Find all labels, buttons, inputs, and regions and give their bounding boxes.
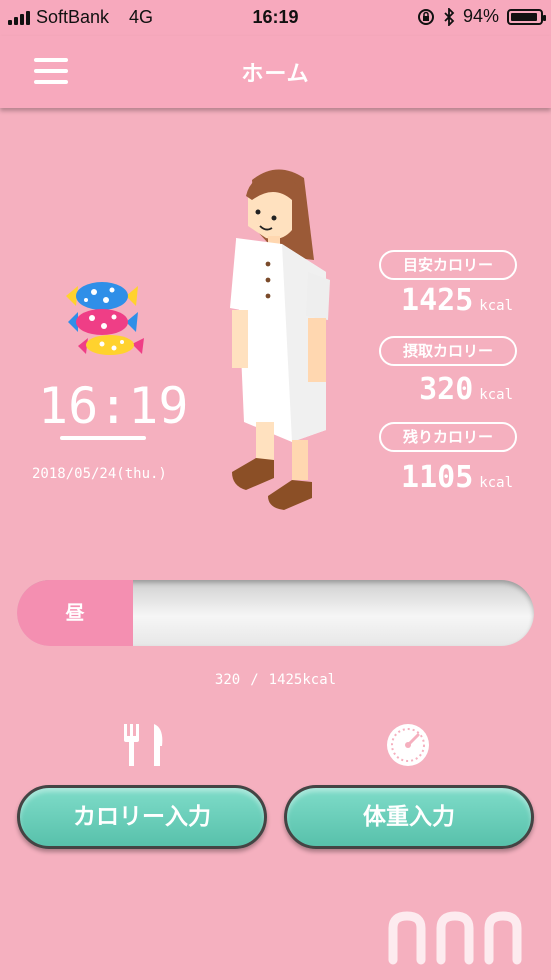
meal-period-label: 昼 <box>65 602 85 624</box>
calorie-input-button[interactable]: カロリー入力 <box>17 785 267 849</box>
intake-calorie-value: 320 kcal <box>419 372 513 407</box>
remaining-calorie-unit: kcal <box>479 475 513 491</box>
target-calorie-unit: kcal <box>479 298 513 314</box>
target-calorie-value: 1425 kcal <box>401 283 513 318</box>
orientation-lock-icon <box>417 8 434 25</box>
battery-percent: 94% <box>462 6 499 26</box>
candy-icon <box>66 282 144 355</box>
character-illustration <box>230 169 330 510</box>
target-calorie-label: 目安カロリー <box>379 250 517 280</box>
clock-underline <box>60 436 146 440</box>
remaining-calorie-label: 残りカロリー <box>379 422 517 452</box>
weight-input-button[interactable]: 体重入力 <box>284 785 534 849</box>
fork-knife-icon <box>124 724 163 766</box>
bluetooth-icon <box>444 7 455 26</box>
scale-icon <box>387 724 429 766</box>
app-header: ホーム <box>0 36 551 108</box>
intake-calorie-unit: kcal <box>479 387 513 403</box>
progress-current: 320 <box>214 672 241 688</box>
progress-text: 320 / 1425kcal <box>0 672 551 688</box>
battery-icon <box>507 8 546 25</box>
status-right: 94% <box>417 6 546 27</box>
progress-goal: 1425kcal <box>268 672 337 688</box>
remaining-calorie-number: 1105 <box>401 460 474 495</box>
intake-calorie-label: 摂取カロリー <box>379 336 517 366</box>
status-bar: SoftBank 4G 16:19 94% <box>0 0 551 36</box>
clock-time: 16:19 <box>38 377 189 435</box>
clock-date: 2018/05/24(thu.) <box>32 466 167 482</box>
remaining-calorie-value: 1105 kcal <box>401 460 513 495</box>
page-title: ホーム <box>241 62 310 87</box>
meal-progress-bar: 昼 <box>17 580 534 646</box>
battery-fill <box>511 12 537 21</box>
progress-separator: / <box>250 672 259 688</box>
intake-calorie-number: 320 <box>419 372 474 407</box>
target-calorie-number: 1425 <box>401 283 474 318</box>
watermark-logo <box>388 911 522 965</box>
